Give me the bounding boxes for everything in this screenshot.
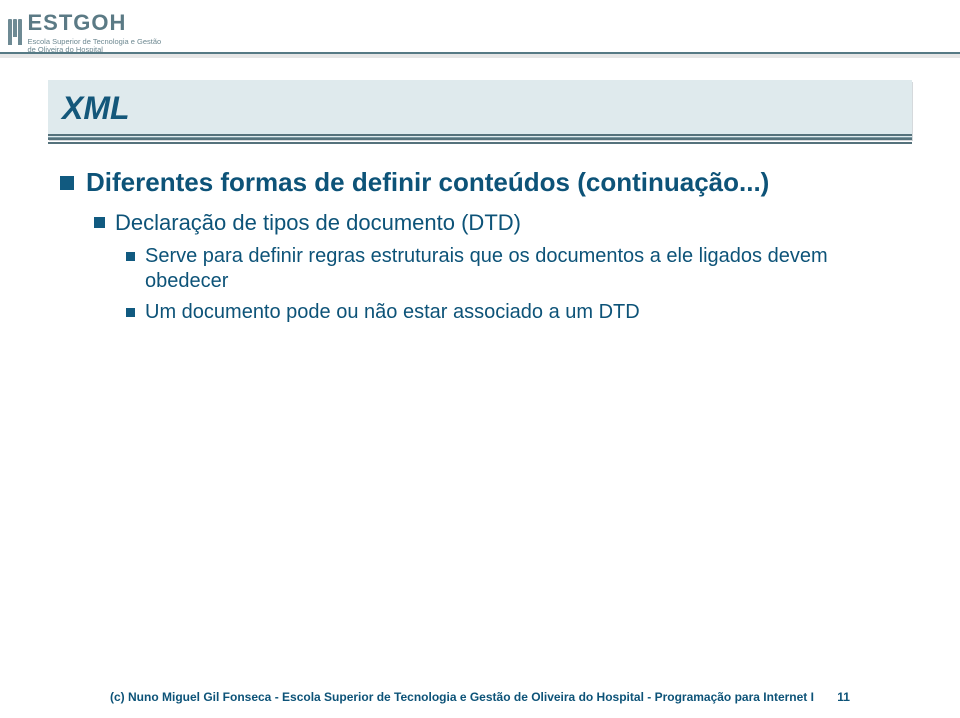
slide-footer: (c) Nuno Miguel Gil Fonseca - Escola Sup… (0, 690, 960, 704)
header-shadow (0, 54, 960, 58)
slide-title: XML (48, 80, 912, 139)
square-bullet-icon (60, 176, 74, 190)
logo-pillars-icon (8, 19, 22, 45)
logo-text: ESTGOH (28, 10, 162, 36)
title-stripes-decoration (48, 134, 912, 144)
footer-text: (c) Nuno Miguel Gil Fonseca - Escola Sup… (110, 690, 814, 704)
bullet-level2-text: Declaração de tipos de documento (DTD) (115, 209, 521, 237)
bullet-level2: Declaração de tipos de documento (DTD) (94, 209, 900, 237)
logo: ESTGOH Escola Superior de Tecnologia e G… (8, 10, 161, 54)
bullet-level3: Serve para definir regras estruturais qu… (126, 244, 900, 294)
square-bullet-icon (94, 217, 105, 228)
bullet-level3-text: Serve para definir regras estruturais qu… (145, 244, 900, 294)
bullet-level1: Diferentes formas de definir conteúdos (… (60, 166, 900, 199)
bullet-level3: Um documento pode ou não estar associado… (126, 300, 900, 325)
page-number: 11 (837, 690, 850, 704)
square-bullet-icon (126, 308, 135, 317)
square-bullet-icon (126, 252, 135, 261)
bullet-level1-text: Diferentes formas de definir conteúdos (… (86, 166, 769, 199)
slide-content: Diferentes formas de definir conteúdos (… (60, 160, 900, 331)
bullet-level3-text: Um documento pode ou não estar associado… (145, 300, 640, 325)
